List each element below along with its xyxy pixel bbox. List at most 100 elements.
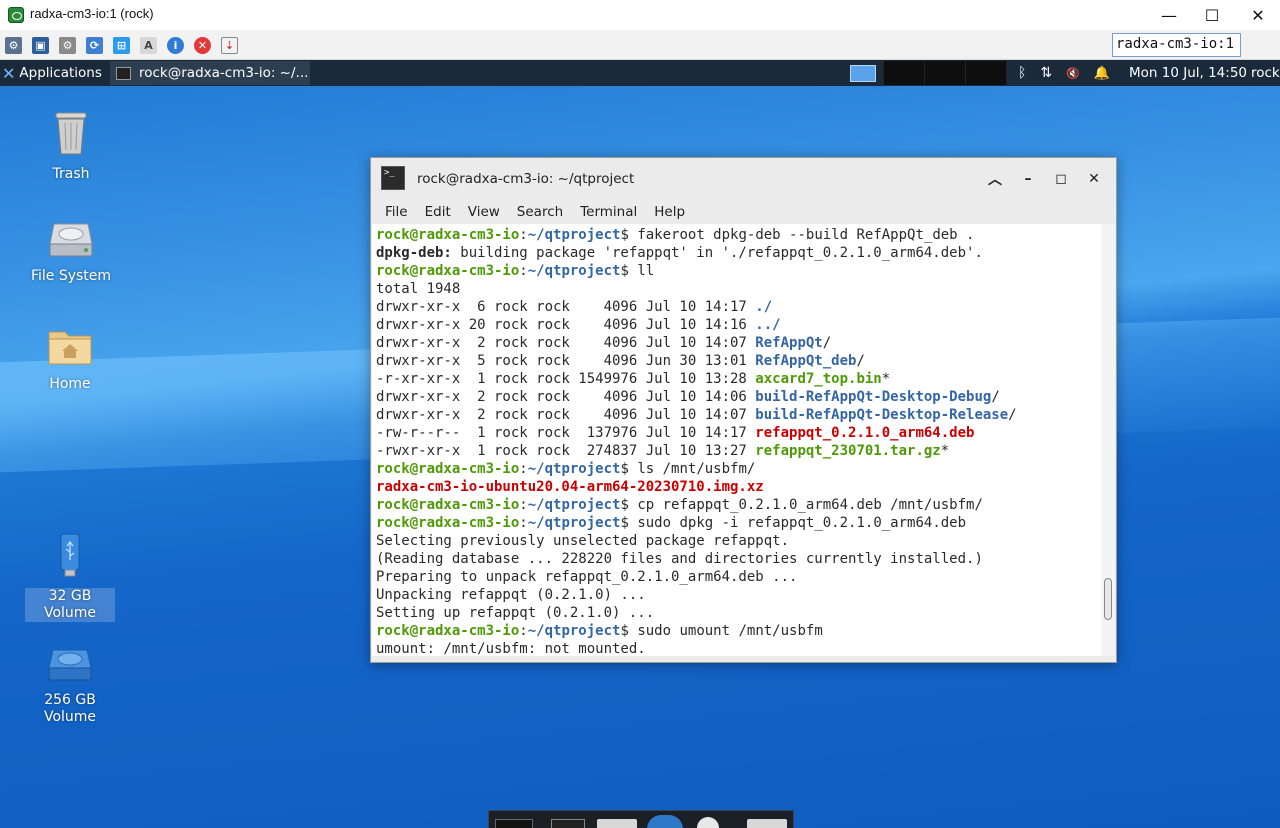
menu-file[interactable]: File <box>385 204 408 220</box>
info-icon[interactable]: i <box>167 37 184 54</box>
vnc-host-field[interactable]: radxa-cm3-io:1 <box>1112 33 1241 57</box>
output-label: dpkg-deb: <box>376 245 452 261</box>
applications-menu[interactable]: ✕ Applications <box>2 60 102 86</box>
terminal-line: -rw-r--r-- 1 rock rock 137976 Jul 10 14:… <box>376 424 1101 442</box>
output-text: umount: /mnt/usbfm: not mounted. <box>376 641 646 656</box>
terminal-scrollbar[interactable] <box>1101 224 1115 656</box>
vnc-window-title: radxa-cm3-io:1 (rock) <box>30 6 154 21</box>
desktop-icon-label: Trash <box>52 166 90 182</box>
terminal-output[interactable]: rock@radxa-cm3-io:~/qtproject$ fakeroot … <box>372 224 1101 656</box>
disconnect-icon[interactable]: ✕ <box>194 37 211 54</box>
vnc-title-bar: radxa-cm3-io:1 (rock) — ☐ ✕ <box>0 0 1280 30</box>
windows-key-icon[interactable]: ⊞ <box>113 37 130 54</box>
connection-options-icon[interactable]: ⚙ <box>5 37 22 54</box>
menu-view[interactable]: View <box>468 204 500 220</box>
terminal-line: rock@radxa-cm3-io:~/qtproject$ sudo dpkg… <box>376 515 967 531</box>
dock-show-desktop-icon[interactable] <box>495 819 533 828</box>
terminal-line: Preparing to unpack refappqt_0.2.1.0_arm… <box>376 568 1101 586</box>
ls-suffix: / <box>1008 407 1017 423</box>
prompt-user: rock@radxa-cm3-io <box>376 497 520 513</box>
command-text: sudo dpkg -i refappqt_0.2.1.0_arm64.deb <box>637 515 967 531</box>
desktop-icon-32gb-volume[interactable]: 32 GB Volume <box>25 532 115 622</box>
volume-muted-icon[interactable]: 🔇 <box>1066 67 1080 80</box>
output-text: Setting up refappqt (0.2.1.0) ... <box>376 605 655 621</box>
vnc-toolbar: ⚙ ▣ ⚙ ⟳ ⊞ A i ✕ ⇣ <box>0 30 1280 79</box>
notification-bell-icon[interactable]: 🔔 <box>1094 66 1110 81</box>
ls-meta: drwxr-xr-x 2 rock rock 4096 Jul 10 14:07 <box>376 407 756 423</box>
prompt-user: rock@radxa-cm3-io <box>376 227 520 243</box>
dock-file-manager-icon[interactable] <box>597 819 637 828</box>
ls-filename: RefAppQt_deb <box>755 353 857 369</box>
bottom-dock <box>488 810 794 828</box>
fullscreen-icon[interactable]: ▣ <box>32 37 49 54</box>
workspace-2[interactable] <box>884 61 925 85</box>
ls-filename: build-RefAppQt-Desktop-Debug <box>755 389 992 405</box>
prompt-path: ~/qtproject <box>527 227 621 243</box>
output-text: Preparing to unpack refappqt_0.2.1.0_arm… <box>376 569 798 585</box>
settings-gear-icon[interactable]: ⚙ <box>59 37 76 54</box>
terminal-line: umount: /mnt/usbfm: not mounted. <box>376 640 1101 656</box>
desktop-icon-256gb-volume[interactable]: 256 GB Volume <box>25 646 115 726</box>
dock-browser-icon[interactable] <box>647 815 683 828</box>
refresh-icon[interactable]: ⟳ <box>86 37 103 54</box>
taskbar-terminal-task[interactable]: rock@radxa-cm3-io: ~/... <box>110 61 310 85</box>
terminal-line: drwxr-xr-x 2 rock rock 4096 Jul 10 14:06… <box>376 388 1101 406</box>
terminal-shade-button[interactable]: ︿ <box>984 168 1006 190</box>
minimize-button[interactable]: — <box>1146 0 1192 30</box>
workspace-4[interactable] <box>966 61 1007 85</box>
terminal-close-button[interactable]: ✕ <box>1083 168 1105 190</box>
prompt-user: rock@radxa-cm3-io <box>376 263 520 279</box>
terminal-window: >_ rock@radxa-cm3-io: ~/qtproject ︿ – ◻ … <box>370 157 1117 663</box>
terminal-line: Unpacking refappqt (0.2.1.0) ... <box>376 586 1101 604</box>
desktop-icon-file-system[interactable]: File System <box>26 220 116 285</box>
disk-volume-icon <box>48 649 92 681</box>
ls-filename: ./ <box>755 299 773 315</box>
terminal-title-bar[interactable]: >_ rock@radxa-cm3-io: ~/qtproject ︿ – ◻ … <box>371 158 1116 200</box>
desktop-icon-trash[interactable]: Trash <box>26 110 116 183</box>
ls-suffix: / <box>991 389 1000 405</box>
file-transfer-icon[interactable]: ⇣ <box>221 37 238 54</box>
maximize-button[interactable]: ☐ <box>1189 0 1235 30</box>
close-button[interactable]: ✕ <box>1235 0 1280 30</box>
menu-edit[interactable]: Edit <box>425 204 451 220</box>
prompt-path: ~/qtproject <box>527 515 621 531</box>
terminal-title: rock@radxa-cm3-io: ~/qtproject <box>417 171 635 187</box>
workspace-1[interactable] <box>843 61 884 85</box>
terminal-line: -rwxr-xr-x 1 rock rock 274837 Jul 10 13:… <box>376 442 1101 460</box>
terminal-line: drwxr-xr-x 20 rock rock 4096 Jul 10 14:1… <box>376 316 1101 334</box>
terminal-minimize-button[interactable]: – <box>1017 168 1039 190</box>
desktop-icon-label: 32 GB Volume <box>25 588 115 622</box>
desktop-icon-label: Home <box>49 376 91 392</box>
dock-folder-icon[interactable] <box>747 819 787 828</box>
terminal-line: rock@radxa-cm3-io:~/qtproject$ ls /mnt/u… <box>376 461 756 477</box>
prompt-user: rock@radxa-cm3-io <box>376 515 520 531</box>
panel-clock[interactable]: Mon 10 Jul, 14:50 <box>1129 65 1247 81</box>
ctrl-alt-del-icon[interactable]: A <box>140 37 157 54</box>
scrollbar-thumb[interactable] <box>1104 578 1112 620</box>
vnc-viewer-icon <box>8 7 24 23</box>
terminal-maximize-button[interactable]: ◻ <box>1050 168 1072 190</box>
network-icon[interactable]: ⇅ <box>1040 65 1052 81</box>
harddisk-icon <box>49 223 93 257</box>
terminal-menu-bar: File Edit View Search Terminal Help <box>371 200 1116 224</box>
menu-terminal[interactable]: Terminal <box>580 204 637 220</box>
panel-user[interactable]: rock <box>1251 65 1280 81</box>
output-text: (Reading database ... 228220 files and d… <box>376 551 983 567</box>
terminal-line: (Reading database ... 228220 files and d… <box>376 550 1101 568</box>
ls-filename: axcard7_top.bin <box>755 371 882 387</box>
output-text: Selecting previously unselected package … <box>376 533 790 549</box>
ls-suffix: / <box>822 335 832 351</box>
xfce-logo-icon: ✕ <box>2 63 16 83</box>
dock-terminal-icon[interactable] <box>551 819 585 828</box>
trash-icon <box>55 112 87 155</box>
terminal-line: drwxr-xr-x 6 rock rock 4096 Jul 10 14:17… <box>376 298 1101 316</box>
dock-search-icon[interactable] <box>697 817 719 828</box>
prompt-path: ~/qtproject <box>527 461 621 477</box>
workspace-3[interactable] <box>925 61 966 85</box>
terminal-line: dpkg-deb: building package 'refappqt' in… <box>376 244 1101 262</box>
ls-filename: RefAppQt <box>755 335 823 351</box>
menu-help[interactable]: Help <box>654 204 685 220</box>
bluetooth-icon[interactable]: ᛒ <box>1018 65 1026 81</box>
desktop-icon-home[interactable]: Home <box>25 326 115 393</box>
menu-search[interactable]: Search <box>517 204 563 220</box>
